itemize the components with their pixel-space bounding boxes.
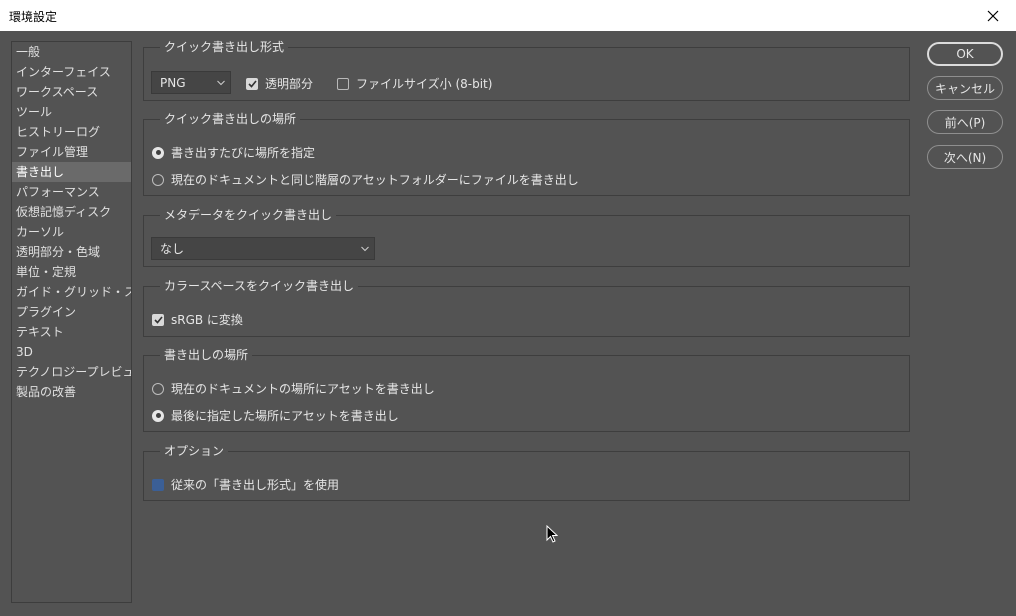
options-group: オプション 従来の「書き出し形式」を使用 [143,442,910,501]
export-location-group: 書き出しの場所 現在のドキュメントの場所にアセットを書き出し 最後に指定した場所… [143,346,910,432]
assets-folder-label: 現在のドキュメントと同じ階層のアセットフォルダーにファイルを書き出し [171,173,579,187]
legacy-export-label: 従来の「書き出し形式」を使用 [171,478,340,492]
srgb-label: sRGB に変換 [171,313,243,327]
last-location-radio[interactable] [152,409,164,422]
metadata-select-value: なし [160,242,185,256]
sidebar-item-transparency-gamut[interactable]: 透明部分・色域 [12,242,131,262]
mouse-cursor-icon [546,525,558,543]
assets-folder-option[interactable]: 現在のドキュメントと同じ階層のアセットフォルダーにファイルを書き出し [152,171,579,188]
category-list: 一般 インターフェイス ワークスペース ツール ヒストリーログ ファイル管理 書… [11,41,132,603]
sidebar-item-general[interactable]: 一般 [12,42,131,62]
group-title: 書き出しの場所 [164,346,249,363]
metadata-select[interactable]: なし [151,237,375,260]
sidebar-item-technology-previews[interactable]: テクノロジープレビュー [12,362,131,382]
ask-location-label: 書き出すたびに場所を指定 [171,146,316,160]
group-title: クイック書き出し形式 [164,38,285,55]
sidebar-item-units-rulers[interactable]: 単位・定規 [12,262,131,282]
quick-export-location-group: クイック書き出しの場所 書き出すたびに場所を指定 現在のドキュメントと同じ階層の… [143,110,910,196]
sidebar-item-3d[interactable]: 3D [12,342,131,362]
last-location-label: 最後に指定した場所にアセットを書き出し [171,409,399,423]
legacy-export-option[interactable]: 従来の「書き出し形式」を使用 [152,476,339,493]
checkmark-icon [153,315,163,324]
transparency-checkbox[interactable] [246,77,258,90]
color-space-group: カラースペースをクイック書き出し sRGB に変換 [143,277,910,337]
legacy-export-checkbox[interactable] [152,478,164,491]
format-select[interactable]: PNG [151,71,231,94]
srgb-checkbox[interactable] [152,313,164,326]
sidebar-item-workspace[interactable]: ワークスペース [12,82,131,102]
group-title: オプション [164,442,225,459]
current-doc-location-label: 現在のドキュメントの場所にアセットを書き出し [171,382,435,396]
ok-button[interactable]: OK [927,42,1003,66]
sidebar-item-plugins[interactable]: プラグイン [12,302,131,322]
title-bar: 環境設定 [0,0,1016,32]
sidebar-item-file-handling[interactable]: ファイル管理 [12,142,131,162]
sidebar-item-cursors[interactable]: カーソル [12,222,131,242]
window-title: 環境設定 [9,10,58,24]
sidebar-item-performance[interactable]: パフォーマンス [12,182,131,202]
sidebar-item-export[interactable]: 書き出し [12,162,131,182]
current-doc-location-option[interactable]: 現在のドキュメントの場所にアセットを書き出し [152,380,435,397]
group-title: クイック書き出しの場所 [164,110,297,127]
prev-button[interactable]: 前へ(P) [927,110,1003,134]
sidebar-item-history-log[interactable]: ヒストリーログ [12,122,131,142]
close-button[interactable] [970,0,1016,31]
dialog-body: 一般 インターフェイス ワークスペース ツール ヒストリーログ ファイル管理 書… [0,31,1016,616]
format-select-value: PNG [160,75,186,90]
quick-export-format-group: クイック書き出し形式 PNG 透明部分 ファイルサイズ小 (8-bit) [143,38,910,101]
sidebar-item-interface[interactable]: インターフェイス [12,62,131,82]
sidebar-item-tools[interactable]: ツール [12,102,131,122]
checkmark-icon [247,79,257,88]
smaller-file-option[interactable]: ファイルサイズ小 (8-bit) [337,75,492,92]
assets-folder-radio[interactable] [152,173,164,186]
sidebar-item-product-improvement[interactable]: 製品の改善 [12,382,131,402]
chevron-down-icon [217,80,225,85]
sidebar-item-scratch-disks[interactable]: 仮想記憶ディスク [12,202,131,222]
metadata-group: メタデータをクイック書き出し なし [143,206,910,267]
smaller-file-label: ファイルサイズ小 (8-bit) [356,77,493,91]
sidebar-item-guides-grid-slices[interactable]: ガイド・グリッド・スライス [12,282,131,302]
last-location-option[interactable]: 最後に指定した場所にアセットを書き出し [152,407,399,424]
ask-location-option[interactable]: 書き出すたびに場所を指定 [152,144,315,161]
next-button[interactable]: 次へ(N) [927,145,1003,169]
group-title: カラースペースをクイック書き出し [164,277,354,294]
smaller-file-checkbox[interactable] [337,77,349,90]
current-doc-location-radio[interactable] [152,382,164,395]
group-title: メタデータをクイック書き出し [164,206,333,223]
cancel-button[interactable]: キャンセル [927,76,1003,100]
srgb-option[interactable]: sRGB に変換 [152,311,243,328]
close-icon [987,10,999,21]
transparency-label: 透明部分 [265,77,314,91]
chevron-down-icon [361,246,369,251]
transparency-option[interactable]: 透明部分 [246,75,313,92]
sidebar-item-type[interactable]: テキスト [12,322,131,342]
ask-location-radio[interactable] [152,146,164,159]
